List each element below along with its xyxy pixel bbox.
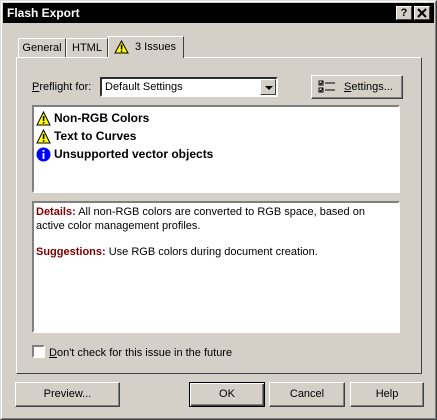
details-box: Details: All non-RGB colors are converte… (32, 201, 400, 333)
warning-icon (114, 40, 129, 54)
warning-icon (36, 110, 51, 125)
issues-list[interactable]: Non-RGB Colors Text to Curves Unsupporte… (32, 105, 400, 193)
tab-issues-label: 3 Issues (135, 41, 176, 53)
preflight-label: Preflight for: (32, 81, 91, 93)
warning-icon (36, 128, 51, 143)
close-icon (417, 8, 427, 18)
help-button[interactable]: Help (350, 382, 424, 407)
suggestions-text: Use RGB colors during document creation. (108, 246, 318, 258)
list-item[interactable]: Text to Curves (36, 127, 136, 145)
settings-label-text: ettings... (351, 81, 393, 93)
preflight-label-text: reflight for: (39, 81, 92, 93)
preview-button[interactable]: Preview... (15, 382, 120, 407)
tab-general[interactable]: General (18, 38, 66, 58)
ok-button[interactable]: OK (189, 382, 265, 407)
details-text: All non-RGB colors are converted to RGB … (36, 206, 365, 232)
info-icon (36, 147, 51, 161)
cancel-button[interactable]: Cancel (269, 382, 345, 407)
flash-export-dialog: Flash Export ? General HTML 3 Issues Pre… (0, 0, 437, 420)
preflight-selected-value: Default Settings (105, 81, 183, 93)
issue-label: Non-RGB Colors (54, 111, 150, 125)
chevron-down-icon[interactable] (260, 79, 276, 95)
preflight-select[interactable]: Default Settings (100, 77, 278, 97)
settings-button-label: Settings... (344, 81, 393, 93)
window-title: Flash Export (7, 6, 80, 20)
close-button[interactable] (414, 6, 430, 20)
list-item[interactable]: Non-RGB Colors (36, 109, 149, 127)
title-bar[interactable]: Flash Export ? (3, 3, 434, 23)
suggestions-paragraph: Suggestions: Use RGB colors during docum… (36, 245, 392, 259)
issue-label: Text to Curves (54, 129, 137, 143)
tab-issues[interactable]: 3 Issues (108, 36, 184, 58)
help-title-button[interactable]: ? (396, 6, 412, 20)
settings-button[interactable]: Settings... (311, 75, 403, 99)
suggestions-label: Suggestions: (36, 246, 106, 258)
issue-label: Unsupported vector objects (54, 147, 214, 161)
settings-list-icon (318, 80, 335, 93)
dont-check-mnemonic: D (49, 347, 57, 359)
tab-html[interactable]: HTML (66, 38, 108, 58)
dont-check-label[interactable]: Don't check for this issue in the future (49, 347, 232, 359)
dont-check-checkbox[interactable] (32, 345, 45, 358)
tab-general-label: General (22, 42, 62, 54)
tab-html-label: HTML (72, 42, 102, 54)
dont-check-text: on't check for this issue in the future (56, 347, 233, 359)
details-label: Details: (36, 206, 76, 218)
list-item[interactable]: Unsupported vector objects (36, 145, 213, 163)
details-paragraph: Details: All non-RGB colors are converte… (36, 205, 392, 233)
